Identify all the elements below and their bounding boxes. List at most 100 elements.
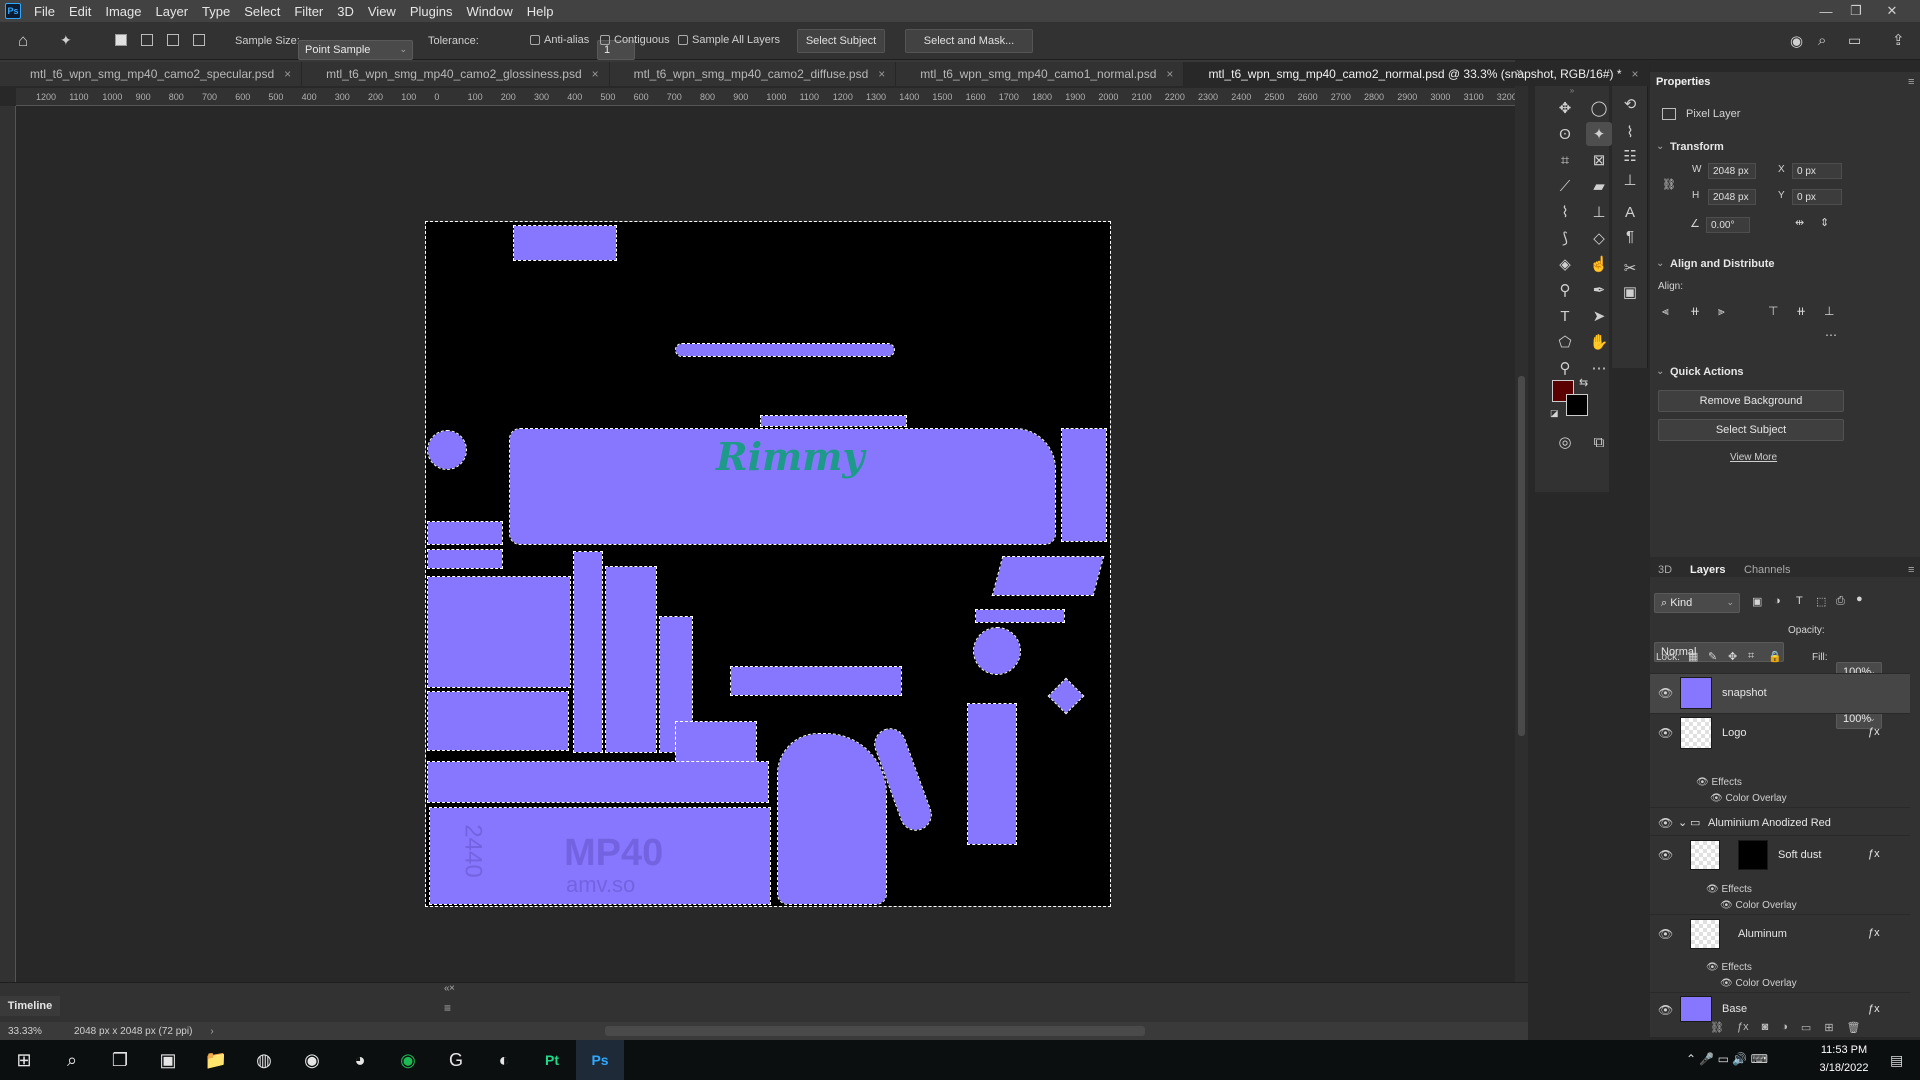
quick-mask-icon[interactable]: ◎ <box>1552 430 1578 454</box>
panel-menu-icon[interactable]: ≡ <box>1908 564 1914 576</box>
intersect-selection-icon[interactable] <box>193 34 205 46</box>
layer-name[interactable]: Soft dust <box>1778 849 1821 861</box>
sample-size-select[interactable]: Point Sample ⌄ <box>298 39 413 60</box>
more-tabs-icon[interactable]: » <box>1516 64 1523 79</box>
subtract-from-selection-icon[interactable] <box>167 34 179 46</box>
add-style-icon[interactable]: ƒx <box>1737 1021 1749 1037</box>
close-tab-icon[interactable]: × <box>592 67 599 81</box>
clock-date[interactable]: 3/18/2022 <box>1812 1062 1876 1074</box>
layer-name[interactable]: Aluminum <box>1738 928 1787 940</box>
libraries-icon[interactable]: ▣ <box>1617 280 1643 304</box>
tool-presets-icon[interactable]: ✂ <box>1617 256 1643 280</box>
transform-title[interactable]: Transform <box>1670 141 1724 153</box>
add-mask-icon[interactable]: ◙ <box>1762 1021 1769 1037</box>
x-field[interactable]: 0 px <box>1792 163 1842 179</box>
logitech-icon[interactable]: G <box>432 1040 480 1080</box>
background-color-swatch[interactable] <box>1566 394 1588 416</box>
layer-row-soft-dust[interactable]: 👁 Soft dust ƒx <box>1650 835 1910 875</box>
path-selection-icon[interactable]: ➤ <box>1586 304 1612 328</box>
align-top-icon[interactable]: ⊤ <box>1768 304 1778 318</box>
layer-row-aluminum[interactable]: 👁 Aluminum ƒx <box>1650 914 1910 954</box>
clone-source-icon[interactable]: ⊥ <box>1617 168 1643 192</box>
brush-panel-icon[interactable]: ⌇ <box>1617 120 1643 144</box>
visibility-eye-icon[interactable]: 👁 <box>1706 962 1721 973</box>
lock-position-icon[interactable]: ✥ <box>1728 650 1737 663</box>
visibility-eye-icon[interactable]: 👁 <box>1658 1003 1673 1017</box>
tab-camo2-normal[interactable]: mtl_t6_wpn_smg_mp40_camo2_normal.psd @ 3… <box>1184 62 1650 86</box>
visibility-eye-icon[interactable]: 👁 <box>1720 900 1735 911</box>
dodge-tool-icon[interactable]: ⚲ <box>1552 278 1578 302</box>
tab-layers[interactable]: Layers <box>1690 564 1725 576</box>
minimize-button[interactable]: — <box>1812 0 1840 22</box>
menu-file[interactable]: File <box>27 4 62 19</box>
menu-select[interactable]: Select <box>237 4 287 19</box>
menu-3d[interactable]: 3D <box>330 4 361 19</box>
tab-specular[interactable]: mtl_t6_wpn_smg_mp40_camo2_specular.psd × <box>0 62 303 86</box>
canvas-area[interactable]: Rimmy MP40 amv.so 2440 <box>16 106 1515 982</box>
horizontal-scroll-thumb[interactable] <box>605 1026 1145 1036</box>
align-title[interactable]: Align and Distribute <box>1670 258 1775 270</box>
swap-colors-icon[interactable]: ⇆ <box>1579 376 1588 389</box>
layer-filter-select[interactable]: ⌕ Kind ⌄ <box>1654 593 1740 613</box>
home-icon[interactable]: ⌂ <box>18 31 28 51</box>
notification-icon[interactable]: ▤ <box>1890 1052 1903 1069</box>
fx-icon[interactable]: ƒx <box>1868 927 1880 939</box>
new-layer-icon[interactable]: ⊞ <box>1824 1021 1833 1037</box>
layer-row-base[interactable]: 👁 Base ƒx <box>1650 992 1910 1022</box>
layer-row-snapshot[interactable]: 👁 snapshot <box>1650 673 1910 713</box>
width-field[interactable]: 2048 px <box>1708 163 1756 179</box>
app-icon[interactable]: ▣ <box>144 1040 192 1080</box>
toolbar-collapse-icon[interactable]: » <box>1535 86 1609 95</box>
add-to-selection-icon[interactable] <box>141 34 153 46</box>
spotify-icon[interactable]: ◉ <box>384 1040 432 1080</box>
menu-plugins[interactable]: Plugins <box>403 4 460 19</box>
visibility-eye-icon[interactable]: 👁 <box>1658 726 1673 740</box>
close-panel-icon[interactable]: × <box>449 983 455 994</box>
menu-type[interactable]: Type <box>195 4 237 19</box>
properties-title[interactable]: Properties <box>1656 76 1710 88</box>
history-panel-icon[interactable]: ⟲ <box>1617 92 1643 116</box>
filter-smart-object-icon[interactable]: ⎙ <box>1836 595 1845 608</box>
screen-mode-icon[interactable]: ⧉ <box>1586 430 1612 454</box>
clock-time[interactable]: 11:53 PM <box>1812 1044 1876 1056</box>
search-icon[interactable]: ⌕ <box>48 1040 96 1080</box>
effect-item[interactable]: 👁 Color Overlay <box>1720 978 1797 989</box>
filter-pixel-icon[interactable]: ▣ <box>1752 595 1762 608</box>
menu-edit[interactable]: Edit <box>62 4 98 19</box>
pycharm-icon[interactable]: Pt <box>528 1040 576 1080</box>
app-icon[interactable]: ◍ <box>240 1040 288 1080</box>
lock-all-icon[interactable]: 🔒 <box>1768 650 1782 663</box>
magic-wand-tool-preset-icon[interactable]: ✦ <box>60 32 72 49</box>
eyedropper-tool-icon[interactable]: ⟋ <box>1552 174 1578 198</box>
menu-view[interactable]: View <box>361 4 403 19</box>
y-field[interactable]: 0 px <box>1792 189 1842 205</box>
new-selection-icon[interactable] <box>115 34 127 46</box>
visibility-eye-icon[interactable]: 👁 <box>1658 848 1673 862</box>
contiguous-checkbox[interactable]: Contiguous <box>600 34 670 46</box>
ellipse-marquee-tool-icon[interactable]: ◯ <box>1586 96 1612 120</box>
lock-pixels-icon[interactable]: ✎ <box>1708 650 1717 663</box>
chrome-icon[interactable]: ◉ <box>288 1040 336 1080</box>
anti-alias-checkbox[interactable]: Anti-alias <box>530 34 589 46</box>
close-tab-icon[interactable]: × <box>1632 67 1639 81</box>
tab-camo1-normal[interactable]: mtl_t6_wpn_smg_mp40_camo1_normal.psd × <box>896 62 1185 86</box>
filter-type-icon[interactable]: T <box>1796 595 1803 607</box>
smudge-tool-icon[interactable]: ☝ <box>1586 252 1612 276</box>
lock-transparent-icon[interactable]: ▦ <box>1688 650 1698 663</box>
workspace-icon[interactable]: ▭ <box>1848 32 1861 49</box>
hand-tool-icon[interactable]: ✋ <box>1586 330 1612 354</box>
discord-icon[interactable]: ◕ <box>336 1040 384 1080</box>
sample-all-layers-checkbox[interactable]: Sample All Layers <box>678 34 780 46</box>
view-more-link[interactable]: View More <box>1730 452 1777 463</box>
layer-name[interactable]: Base <box>1722 1003 1747 1015</box>
remove-background-button[interactable]: Remove Background <box>1658 390 1844 412</box>
brush-tool-icon[interactable]: ⌇ <box>1552 200 1578 224</box>
effects-label[interactable]: 👁 Effects <box>1696 777 1742 788</box>
close-tab-icon[interactable]: × <box>878 67 885 81</box>
select-and-mask-button[interactable]: Select and Mask... <box>905 29 1033 53</box>
align-middle-v-icon[interactable]: ⧺ <box>1796 304 1806 318</box>
flip-horizontal-icon[interactable]: ⇹ <box>1795 216 1804 229</box>
status-arrow-icon[interactable]: › <box>210 1026 213 1037</box>
restore-button[interactable]: ❐ <box>1842 0 1870 22</box>
filter-toggle-icon[interactable]: ● <box>1856 593 1863 605</box>
